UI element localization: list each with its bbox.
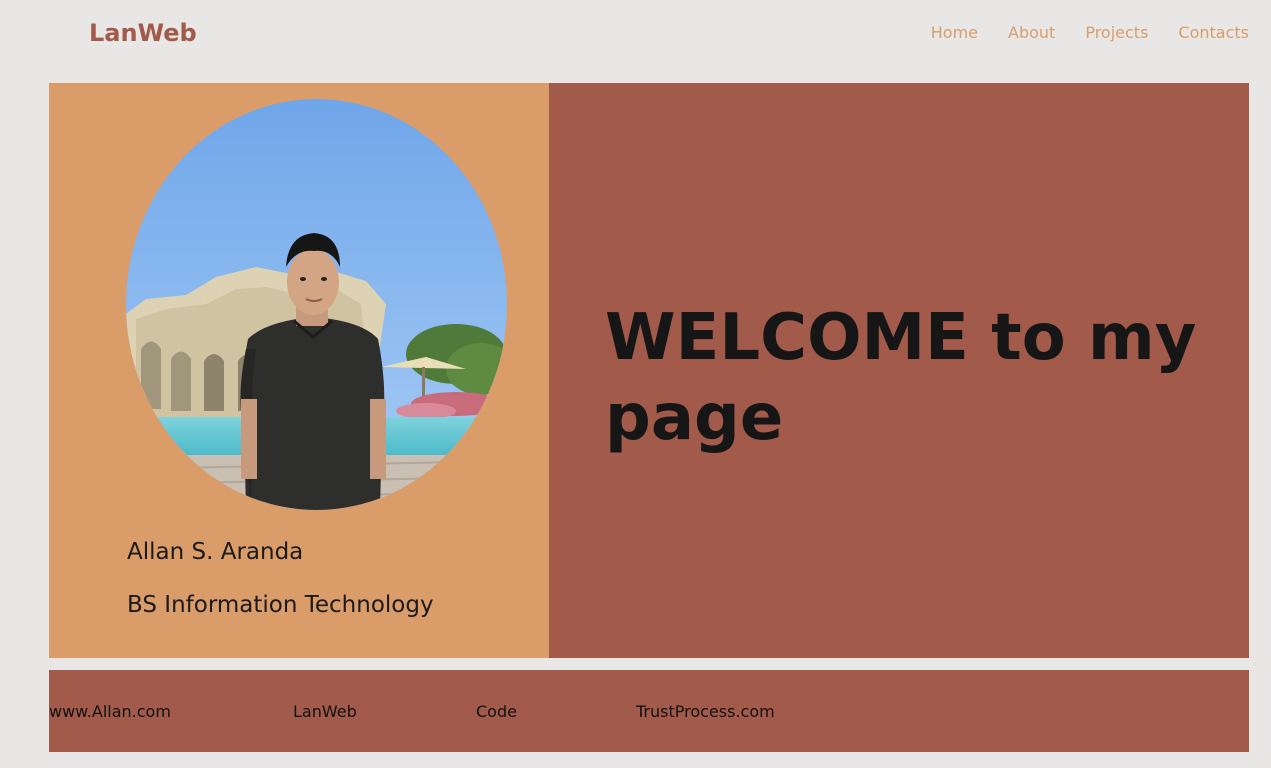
footer-link-lanweb[interactable]: LanWeb [293, 702, 357, 722]
welcome-heading: WELCOME to my page [605, 301, 1197, 455]
hero-section: Allan S. Aranda BS Information Technolog… [49, 83, 1249, 658]
profile-photo [126, 99, 507, 510]
footer-link-code[interactable]: Code [476, 702, 517, 722]
nav-home[interactable]: Home [931, 22, 978, 44]
footer-link-trustprocess[interactable]: TrustProcess.com [636, 702, 775, 722]
nav-projects[interactable]: Projects [1085, 22, 1148, 44]
welcome-panel: WELCOME to my page [549, 83, 1249, 658]
nav-contacts[interactable]: Contacts [1178, 22, 1249, 44]
footer-link-website[interactable]: www.Allan.com [49, 702, 171, 722]
main-nav: Home About Projects Contacts [931, 22, 1249, 44]
nav-about[interactable]: About [1008, 22, 1055, 44]
profile-panel: Allan S. Aranda BS Information Technolog… [49, 83, 549, 658]
page: LanWeb Home About Projects Contacts Alla… [0, 0, 1271, 768]
footer: www.Allan.com LanWeb Code TrustProcess.c… [49, 670, 1249, 752]
profile-name: Allan S. Aranda [127, 539, 304, 565]
brand-logo[interactable]: LanWeb [89, 18, 197, 48]
profile-degree: BS Information Technology [127, 592, 434, 618]
